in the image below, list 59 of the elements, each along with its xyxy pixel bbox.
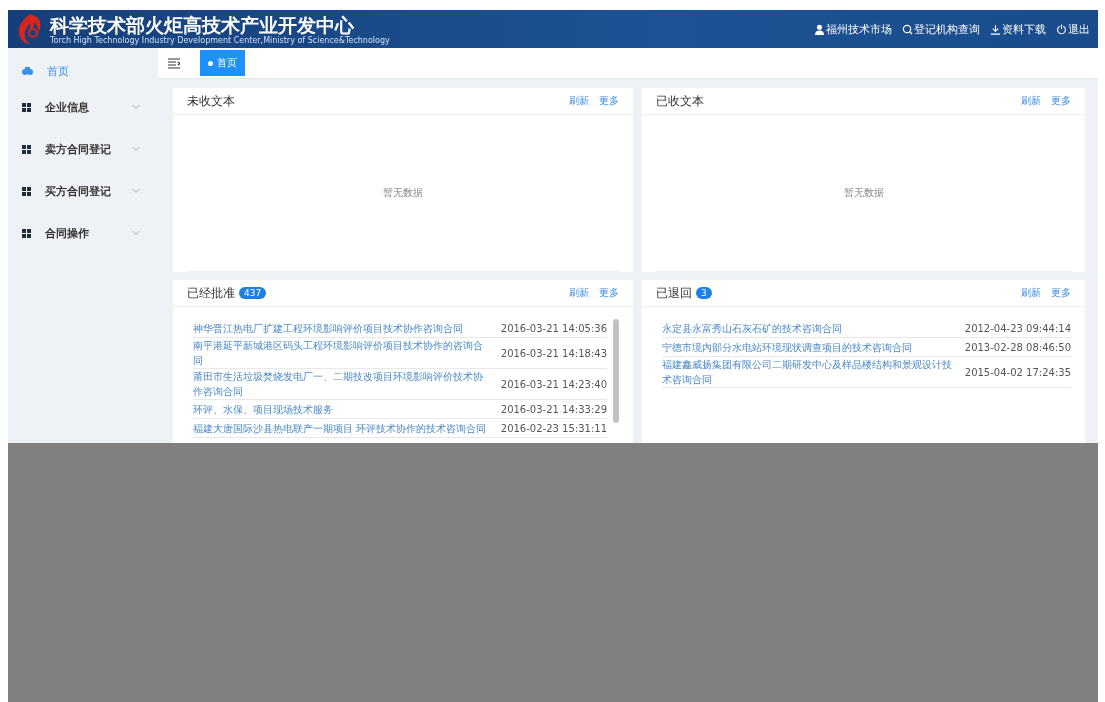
power-icon (1056, 23, 1067, 35)
chevron-icon (132, 230, 140, 236)
grid-icon (22, 228, 31, 238)
grid-icon (22, 144, 31, 154)
header-link[interactable]: 登记机构查询 (902, 21, 980, 37)
empty-message: 暂无数据 (383, 186, 423, 200)
chevron-icon (132, 146, 140, 152)
sidebar-item[interactable]: 合同操作 (8, 212, 158, 254)
contract-link[interactable]: 莆田市生活垃圾焚烧发电厂一、二期技改项目环境影响评价技术协作咨询合同 (193, 369, 491, 399)
date-text: 2016-03-21 14:33:29 (500, 403, 607, 415)
grid-icon (22, 186, 31, 196)
panel-link[interactable]: 刷新 (569, 94, 589, 108)
download-icon (990, 23, 1001, 35)
panel-title: 未收文本 (187, 92, 235, 110)
chevron-icon (132, 104, 140, 110)
site-subtitle: Torch High Technology Industry Development Center,Ministry of Science&Technology (50, 35, 390, 45)
date-text: 2016-03-21 14:23:40 (500, 378, 607, 390)
date-text: 2016-02-23 15:31:11 (500, 422, 607, 434)
header-link[interactable]: 福州技术市场 (814, 21, 892, 37)
contract-link[interactable]: 南平港延平新城港区码头工程环境影响评价项目技术协作的咨询合同 (193, 338, 491, 368)
panel-link[interactable]: 刷新 (1021, 286, 1041, 300)
chevron-icon (132, 188, 140, 194)
site-title: 科学技术部火炬高技术产业开发中心 (50, 13, 355, 36)
panel-title: 已退回 (656, 284, 692, 302)
sidebar-item[interactable]: 卖方合同登记 (8, 128, 158, 170)
contract-link[interactable]: 福建鑫威扬集团有限公司二期研发中心及样品楼结构和景观设计技术咨询合同 (662, 357, 955, 387)
panel-link[interactable]: 更多 (599, 94, 619, 108)
header-link[interactable]: 资料下载 (990, 21, 1046, 37)
date-text: 2013-02-28 08:46:50 (964, 341, 1071, 353)
page-tab[interactable]: 首页 (200, 50, 245, 76)
sidebar-item[interactable]: 企业信息 (8, 86, 158, 128)
binoculars-icon (22, 66, 33, 76)
contract-link[interactable]: 福建大唐国际沙县热电联产一期项目 环评技术协作的技术咨询合同 (193, 420, 491, 436)
panel-link[interactable]: 刷新 (569, 286, 589, 300)
panel-title: 已收文本 (656, 92, 704, 110)
menu-icon (168, 57, 180, 69)
panel-title: 已经批准 (187, 284, 235, 302)
grid-icon (22, 102, 31, 112)
panel-link[interactable]: 更多 (1051, 286, 1071, 300)
search-icon (902, 23, 913, 35)
date-text: 2016-03-21 14:18:43 (500, 347, 607, 359)
date-text: 2012-04-23 09:44:14 (964, 322, 1071, 334)
count-badge: 437 (239, 287, 267, 299)
sidebar-item[interactable]: 首页 (8, 56, 158, 86)
panel-link[interactable]: 更多 (599, 286, 619, 300)
empty-message: 暂无数据 (843, 186, 884, 200)
date-text: 2015-04-02 17:24:35 (964, 366, 1071, 378)
contract-link[interactable]: 环评、水保、项目现场技术服务 (193, 401, 491, 417)
scrollbar-thumb[interactable] (613, 319, 619, 423)
sidebar-item[interactable]: 买方合同登记 (8, 170, 158, 212)
contract-link[interactable]: 神华晋江热电厂扩建工程环境影响评价项目技术协作咨询合同 (193, 320, 491, 336)
date-text: 2016-03-21 14:05:36 (500, 322, 607, 334)
contract-link[interactable]: 永定县永富秀山石灰石矿的技术咨询合同 (662, 320, 955, 336)
contract-link[interactable]: 宁德市境内部分水电站环境现状调查项目的技术咨询合同 (662, 339, 955, 355)
count-badge: 3 (696, 287, 712, 299)
header-link[interactable]: 退出 (1056, 21, 1090, 37)
panel-link[interactable]: 更多 (1051, 94, 1071, 108)
panel-link[interactable]: 刷新 (1021, 94, 1041, 108)
user-icon (814, 23, 825, 35)
